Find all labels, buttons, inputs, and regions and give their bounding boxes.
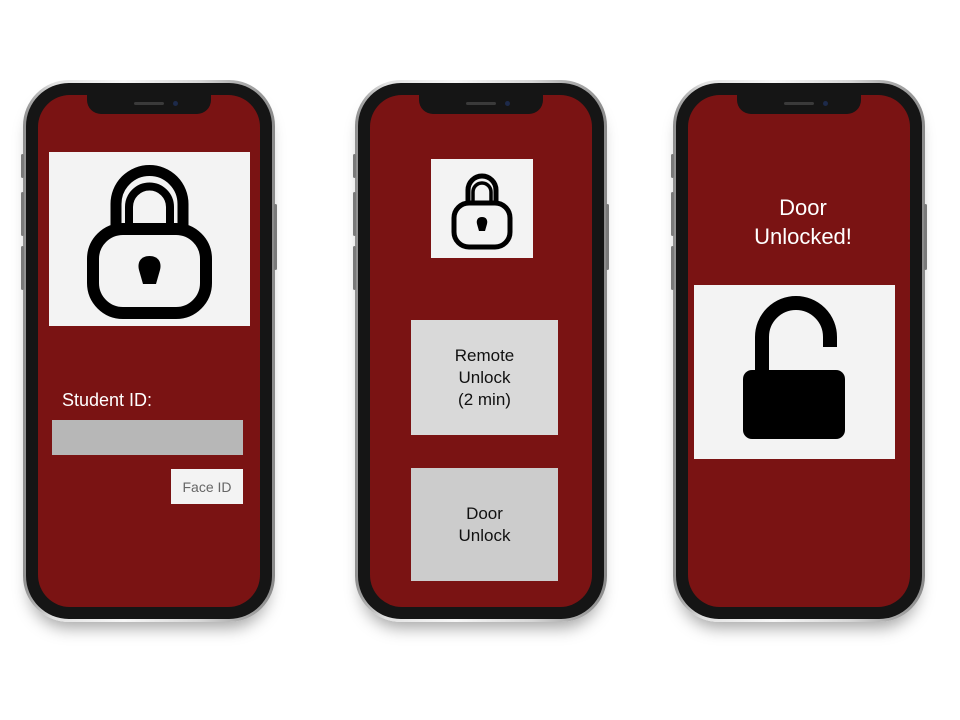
- student-id-label: Student ID:: [62, 390, 153, 410]
- padlock-locked-icon: [431, 159, 533, 258]
- front-camera: [505, 101, 510, 106]
- phone-notch: [87, 95, 211, 114]
- remote-unlock-button[interactable]: Remote Unlock (2 min): [411, 320, 558, 435]
- mute-switch: [671, 154, 674, 178]
- volume-up-button: [671, 192, 674, 236]
- door-unlocked-message: Door Unlocked!: [754, 195, 852, 249]
- padlock-open-icon: [694, 285, 895, 459]
- padlock-locked-icon: [49, 152, 250, 326]
- volume-down-button: [353, 246, 356, 290]
- phone-unlocked-mockup: Door Unlocked!: [671, 80, 927, 622]
- door-unlock-button[interactable]: Door Unlock: [411, 468, 558, 581]
- student-id-input[interactable]: [52, 420, 243, 455]
- controls-screen: Remote Unlock (2 min) Door Unlock: [370, 95, 592, 607]
- phone-notch: [419, 95, 543, 114]
- phone-bezel: Door Unlocked!: [676, 83, 922, 619]
- front-camera: [173, 101, 178, 106]
- phone-notch: [737, 95, 861, 114]
- speaker-grille: [784, 102, 814, 105]
- volume-down-button: [21, 246, 24, 290]
- speaker-grille: [466, 102, 496, 105]
- unlocked-screen: Door Unlocked!: [688, 95, 910, 607]
- phone-bezel: Student ID: Face ID: [26, 83, 272, 619]
- power-button: [924, 204, 927, 270]
- power-button: [606, 204, 609, 270]
- speaker-grille: [134, 102, 164, 105]
- volume-up-button: [353, 192, 356, 236]
- face-id-button[interactable]: Face ID: [171, 469, 243, 504]
- front-camera: [823, 101, 828, 106]
- phone-controls-mockup: Remote Unlock (2 min) Door Unlock: [353, 80, 609, 622]
- mute-switch: [353, 154, 356, 178]
- login-screen: Student ID: Face ID: [38, 95, 260, 607]
- power-button: [274, 204, 277, 270]
- phone-login-mockup: Student ID: Face ID: [21, 80, 277, 622]
- volume-down-button: [671, 246, 674, 290]
- phone-bezel: Remote Unlock (2 min) Door Unlock: [358, 83, 604, 619]
- volume-up-button: [21, 192, 24, 236]
- mute-switch: [21, 154, 24, 178]
